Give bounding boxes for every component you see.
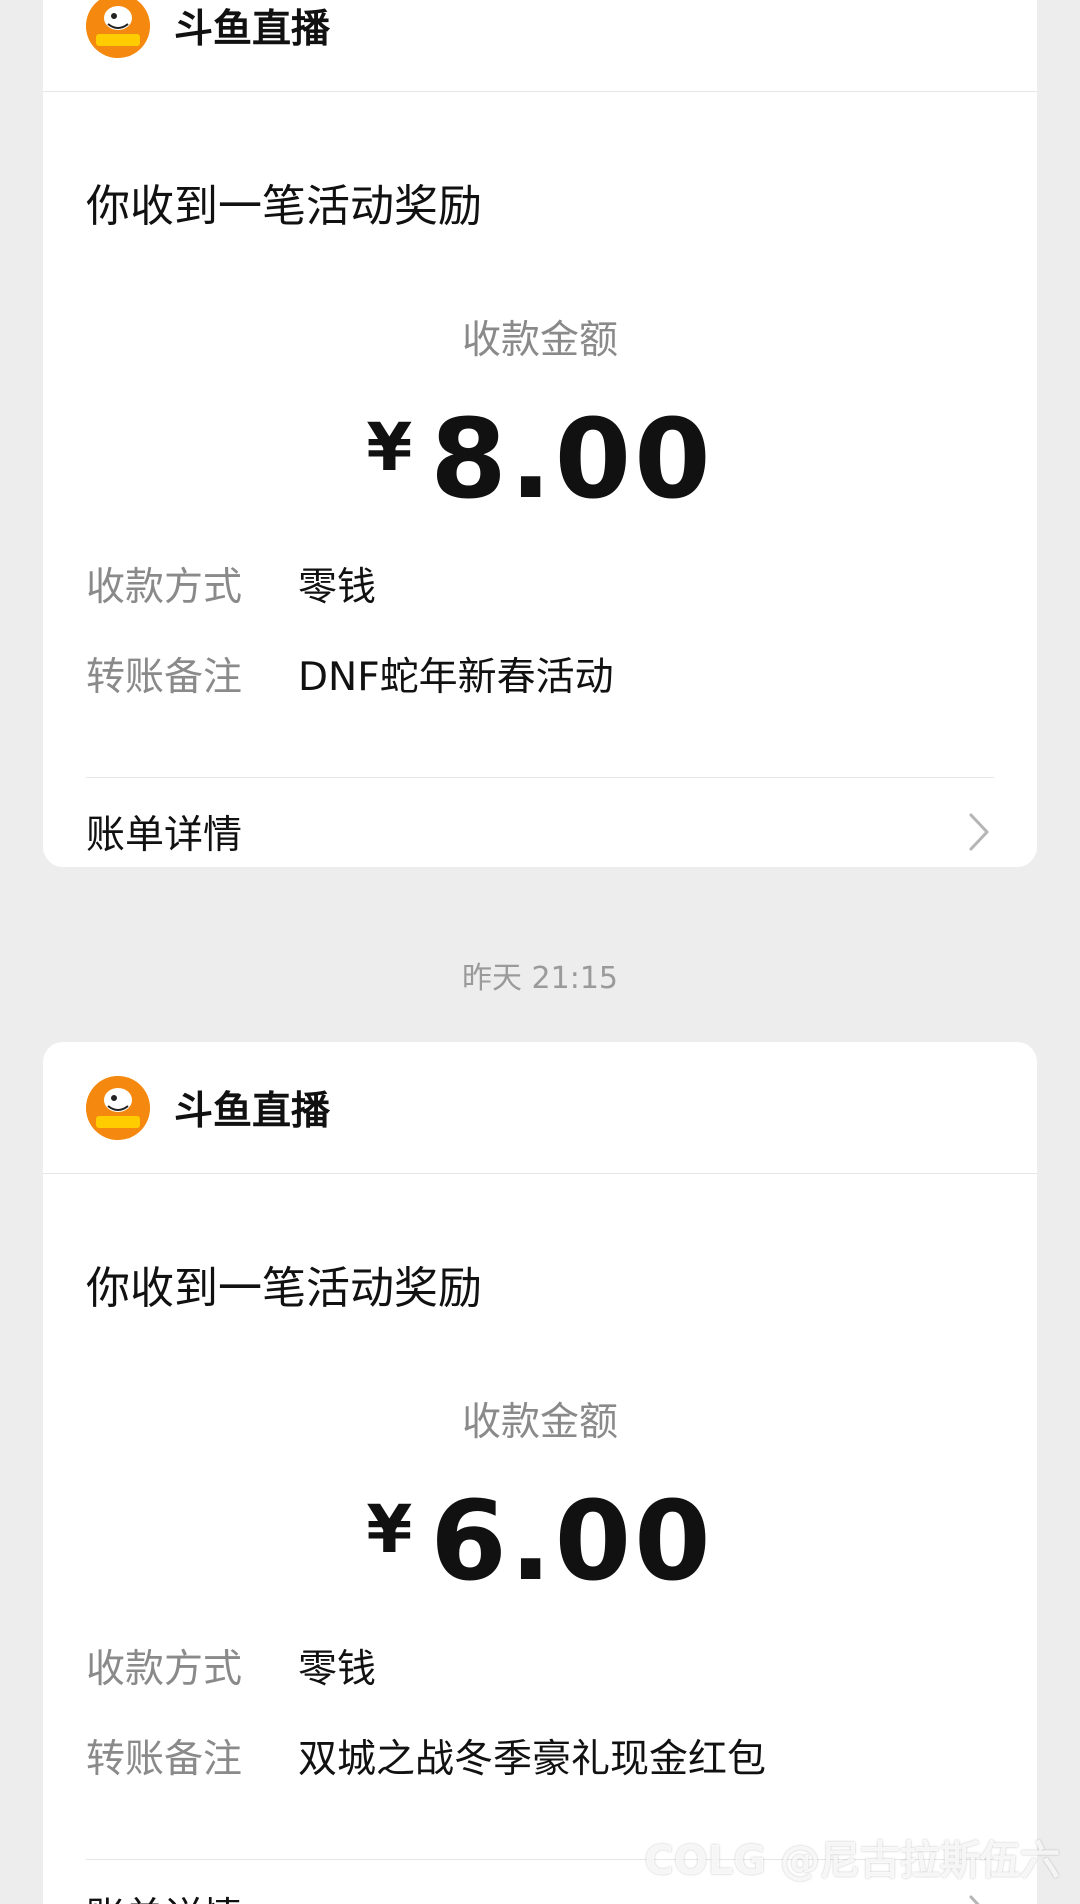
payment-card[interactable]: 斗鱼直播 你收到一笔活动奖励 收款金额 ¥ 6.00 收款方式 零钱 转账备注 …	[43, 1042, 1037, 1904]
merchant-header[interactable]: 斗鱼直播	[43, 0, 1037, 92]
chevron-right-icon	[959, 1894, 999, 1904]
amount-label: 收款金额	[461, 1400, 618, 1445]
amount-label: 收款金额	[461, 318, 618, 363]
merchant-header[interactable]: 斗鱼直播	[43, 1042, 1037, 1174]
bill-detail-label: 账单详情	[86, 813, 243, 858]
notification-title: 你收到一笔活动奖励	[86, 1263, 482, 1314]
info-rows: 收款方式 零钱 转账备注 双城之战冬季豪礼现金红包	[43, 1621, 1037, 1801]
watermark: COLG @尼古拉斯伍六	[644, 1838, 1060, 1884]
chevron-right-icon	[959, 812, 999, 852]
amount-display: ¥ 6.00	[43, 1477, 1037, 1605]
merchant-name: 斗鱼直播	[174, 6, 331, 52]
info-value: 双城之战冬季豪礼现金红包	[298, 1737, 767, 1782]
info-row-remark: 转账备注 双城之战冬季豪礼现金红包	[43, 1711, 1037, 1801]
bill-detail-link[interactable]: 账单详情	[43, 778, 1037, 867]
currency-symbol: ¥	[366, 1490, 413, 1568]
info-row-remark: 转账备注 DNF蛇年新春活动	[43, 629, 1037, 719]
info-value: 零钱	[298, 565, 377, 610]
info-rows: 收款方式 零钱 转账备注 DNF蛇年新春活动	[43, 539, 1037, 719]
info-key: 转账备注	[86, 1737, 243, 1782]
amount-display: ¥ 8.00	[43, 395, 1037, 523]
info-key: 收款方式	[86, 565, 243, 610]
notification-title: 你收到一笔活动奖励	[86, 181, 482, 232]
info-key: 收款方式	[86, 1647, 243, 1692]
message-timestamp: 昨天 21:15	[462, 961, 618, 996]
info-value: 零钱	[298, 1647, 377, 1692]
amount-value: 8.00	[430, 395, 714, 523]
message-list: 斗鱼直播 你收到一笔活动奖励 收款金额 ¥ 8.00 收款方式 零钱 转账备注 …	[0, 0, 1080, 1904]
amount-value: 6.00	[430, 1477, 714, 1605]
info-value: DNF蛇年新春活动	[298, 655, 614, 700]
merchant-name: 斗鱼直播	[174, 1088, 331, 1134]
info-key: 转账备注	[86, 655, 243, 700]
info-row-payment-method: 收款方式 零钱	[43, 1621, 1037, 1711]
payment-card[interactable]: 斗鱼直播 你收到一笔活动奖励 收款金额 ¥ 8.00 收款方式 零钱 转账备注 …	[43, 0, 1037, 867]
bill-detail-label: 账单详情	[86, 1886, 242, 1904]
currency-symbol: ¥	[366, 408, 413, 486]
info-row-payment-method: 收款方式 零钱	[43, 539, 1037, 629]
douyu-logo-icon	[86, 1075, 150, 1140]
douyu-logo-icon	[86, 0, 150, 58]
